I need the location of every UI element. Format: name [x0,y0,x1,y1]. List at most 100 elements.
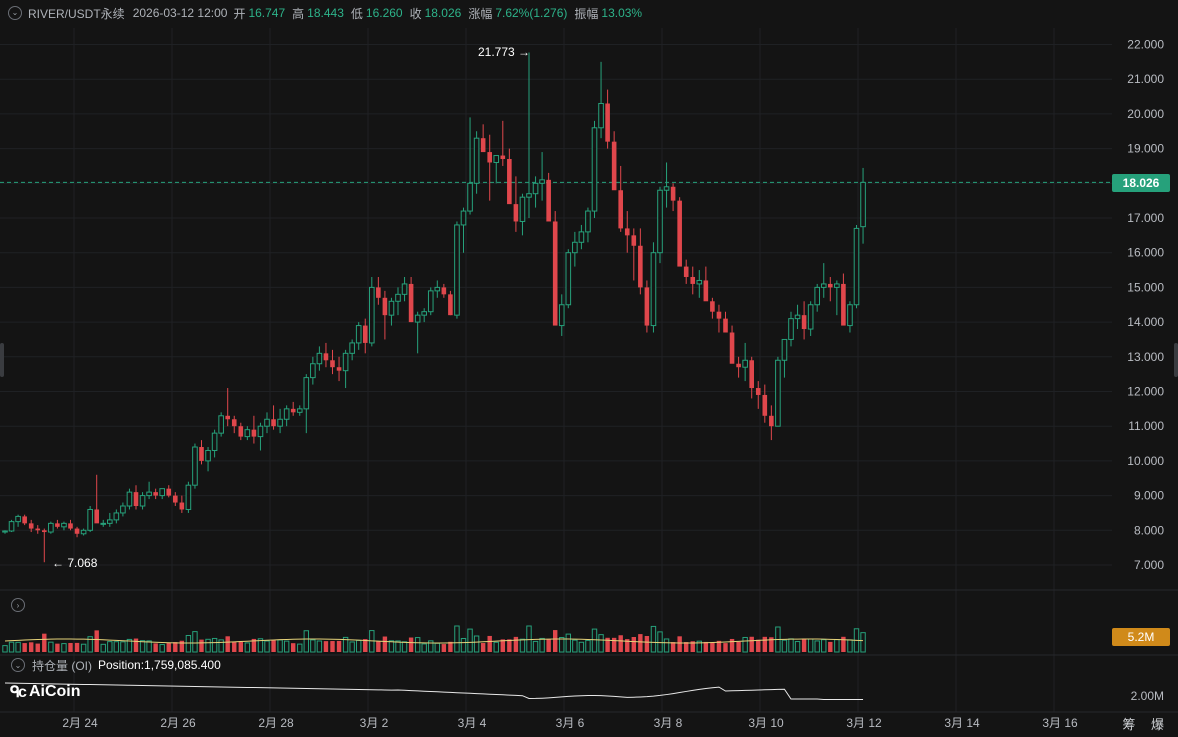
volume-bar [814,640,820,653]
volume-bar [794,641,801,653]
candle-body [277,418,283,427]
oi-position-value: Position:1,759,085.400 [98,658,221,672]
volume-bar [828,641,833,652]
candle-body [598,102,604,129]
volume-bar [414,637,421,653]
chart-canvas[interactable]: 22.00021.00020.00019.00018.00017.00016.0… [0,0,1178,737]
volume-bar [323,641,329,652]
volume-bar [677,636,682,652]
candle-body [414,314,421,323]
candle-body [558,304,565,327]
volume-bar [173,642,178,652]
candle-body [192,446,198,486]
candle-body [55,523,60,527]
volume-bar [100,643,106,653]
close-label: 收 [409,6,422,21]
volume-bar [801,638,807,652]
candle-body [677,200,682,267]
candle-body [100,522,107,525]
candle-body [120,505,126,514]
candle-body [388,300,395,316]
volume-bar [467,628,473,653]
candle-body [539,179,545,184]
price-tick-label: 17.000 [1127,211,1164,225]
volume-bar [546,639,551,652]
close-value: 18.026 [424,6,462,20]
volume-bar [271,640,276,652]
symbol-label[interactable]: RIVER/USDT永续 [28,5,125,22]
volume-bar [736,641,741,652]
volume-bar [487,635,492,652]
candle-body [244,429,251,438]
time-tick-label: 3月 8 [654,716,683,730]
logo-text: AiCoin [28,683,81,700]
candle-body [723,318,728,333]
candle-body [644,287,650,326]
time-tick-label: 2月 24 [62,716,98,730]
candle-body [310,363,316,379]
candle-body [264,418,270,427]
price-tick-label: 9.000 [1134,489,1164,503]
aicoin-logo: ᑫc AiCoin [10,682,81,702]
volume-bar [166,642,171,652]
candle-body [355,325,362,344]
volume-bar [388,640,395,653]
candle-body [296,408,303,413]
volume-bar [762,636,767,652]
candle-body [572,241,578,254]
candle-body [663,186,670,191]
volume-value-tag: 5.2M [1112,628,1170,646]
candle-body [605,103,610,142]
price-tick-label: 15.000 [1127,280,1164,294]
volume-bar [8,641,15,653]
high-label: 高 [292,6,305,21]
candle-body [401,283,408,295]
volume-bar [532,640,539,653]
candle-body [755,388,761,395]
volume-bar [277,639,283,653]
candle-body [22,516,27,524]
volume-bar [631,637,636,652]
right-resize-handle[interactable] [1174,343,1178,377]
volume-bar [74,642,80,652]
candle-body [762,394,768,416]
price-tick-label: 10.000 [1127,454,1164,468]
oi-axis-label: 2.00M [1131,689,1164,703]
volume-bar [15,641,21,653]
collapse-chevron-icon[interactable]: ⌄ [8,6,22,20]
candle-body [48,522,54,533]
volume-bar [729,638,735,652]
candle-body [362,325,368,343]
candle-body [807,304,814,330]
candle-body [519,196,526,222]
candle-body [860,181,866,228]
candle-body [683,266,689,277]
candle-body [500,155,506,160]
price-tick-label: 8.000 [1134,523,1164,537]
candle-body [342,352,349,372]
left-resize-handle[interactable] [0,343,4,377]
volume-bar [834,639,840,653]
candle-body [690,276,696,284]
candle-body [179,502,185,510]
volume-bar [133,638,139,652]
candle-body [126,491,133,507]
volume-bar [821,639,827,653]
candle-body [303,377,310,410]
volume-bar [35,643,40,652]
low-value: 16.260 [365,6,403,20]
open-value: 16.747 [248,6,286,20]
candle-body [290,408,296,413]
candle-body [801,315,807,330]
volume-bar [841,636,846,652]
volume-bar [663,638,670,653]
candle-body [853,227,860,306]
price-tick-label: 20.000 [1127,107,1164,121]
volume-pane-chevron-icon[interactable]: › [11,598,25,612]
candle-body [552,221,558,326]
oi-pane-chevron-icon[interactable]: ⌄ [11,658,25,672]
volume-bar [316,640,323,653]
volume-bar [591,628,598,653]
candle-body [742,359,748,368]
candle-body [729,332,735,364]
